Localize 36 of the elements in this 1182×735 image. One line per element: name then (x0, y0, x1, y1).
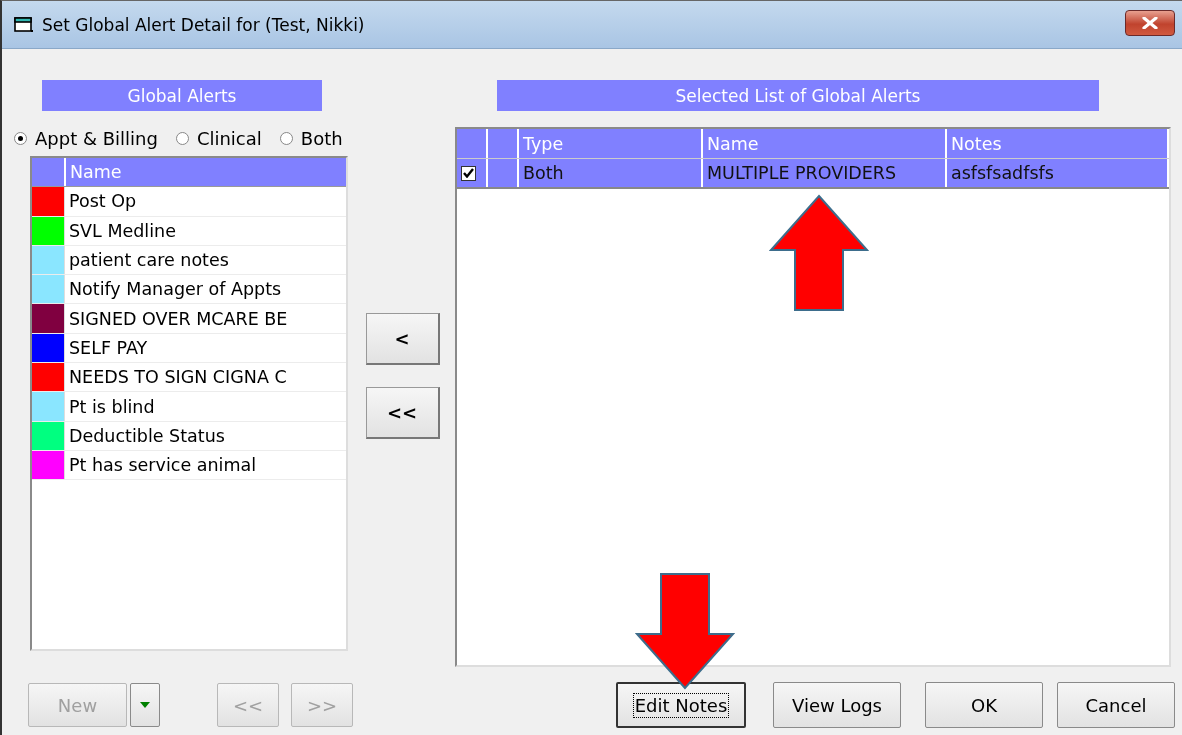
caret-icon (140, 702, 150, 708)
table-cell: asfsfsadfsfs (947, 159, 1169, 187)
dialog-button[interactable]: Edit Notes (616, 682, 746, 728)
radio-label[interactable]: Both (300, 127, 343, 149)
list-item[interactable]: Pt has service animal (65, 450, 257, 480)
section-heading: Selected List of Global Alerts (497, 80, 1099, 111)
move-button[interactable]: < (365, 313, 440, 365)
dropdown-button[interactable] (130, 683, 160, 727)
close-button[interactable] (1125, 9, 1175, 36)
list-item[interactable]: Pt is blind (65, 392, 155, 421)
list-item[interactable]: SELF PAY (65, 333, 148, 363)
radio-button[interactable] (175, 131, 189, 145)
window-icon (14, 15, 34, 34)
list-item[interactable]: patient care notes (65, 245, 229, 275)
list-item[interactable]: Notify Manager of Appts (65, 275, 282, 304)
list-item[interactable]: SIGNED OVER MCARE BE (65, 304, 288, 333)
list-item[interactable]: Deductible Status (65, 421, 225, 450)
close-icon (1142, 16, 1158, 29)
checkbox[interactable] (461, 165, 476, 181)
section-heading: Global Alerts (42, 80, 322, 111)
window-title: Set Global Alert Detail for (Test, Nikki) (42, 14, 366, 35)
table-cell: MULTIPLE PROVIDERS (703, 159, 947, 187)
column-header: Name (69, 161, 122, 185)
radio-button[interactable] (279, 131, 293, 145)
radio-label[interactable]: Appt & Billing (35, 127, 158, 149)
radio-button[interactable] (14, 131, 27, 145)
dialog-button[interactable]: OK (925, 682, 1043, 728)
dialog-button[interactable]: Cancel (1057, 682, 1175, 728)
table-cell: Both (519, 159, 703, 187)
dialog-button[interactable]: View Logs (773, 682, 901, 728)
move-button[interactable]: << (365, 387, 440, 439)
radio-label[interactable]: Clinical (196, 127, 262, 149)
list-item[interactable]: SVL Medline (65, 216, 176, 245)
list-item[interactable]: Post Op (65, 187, 137, 216)
list-item[interactable]: NEEDS TO SIGN CIGNA C (65, 363, 287, 392)
table-row[interactable]: Both MULTIPLE PROVIDERS asfsfsadfsfs (457, 159, 1169, 189)
